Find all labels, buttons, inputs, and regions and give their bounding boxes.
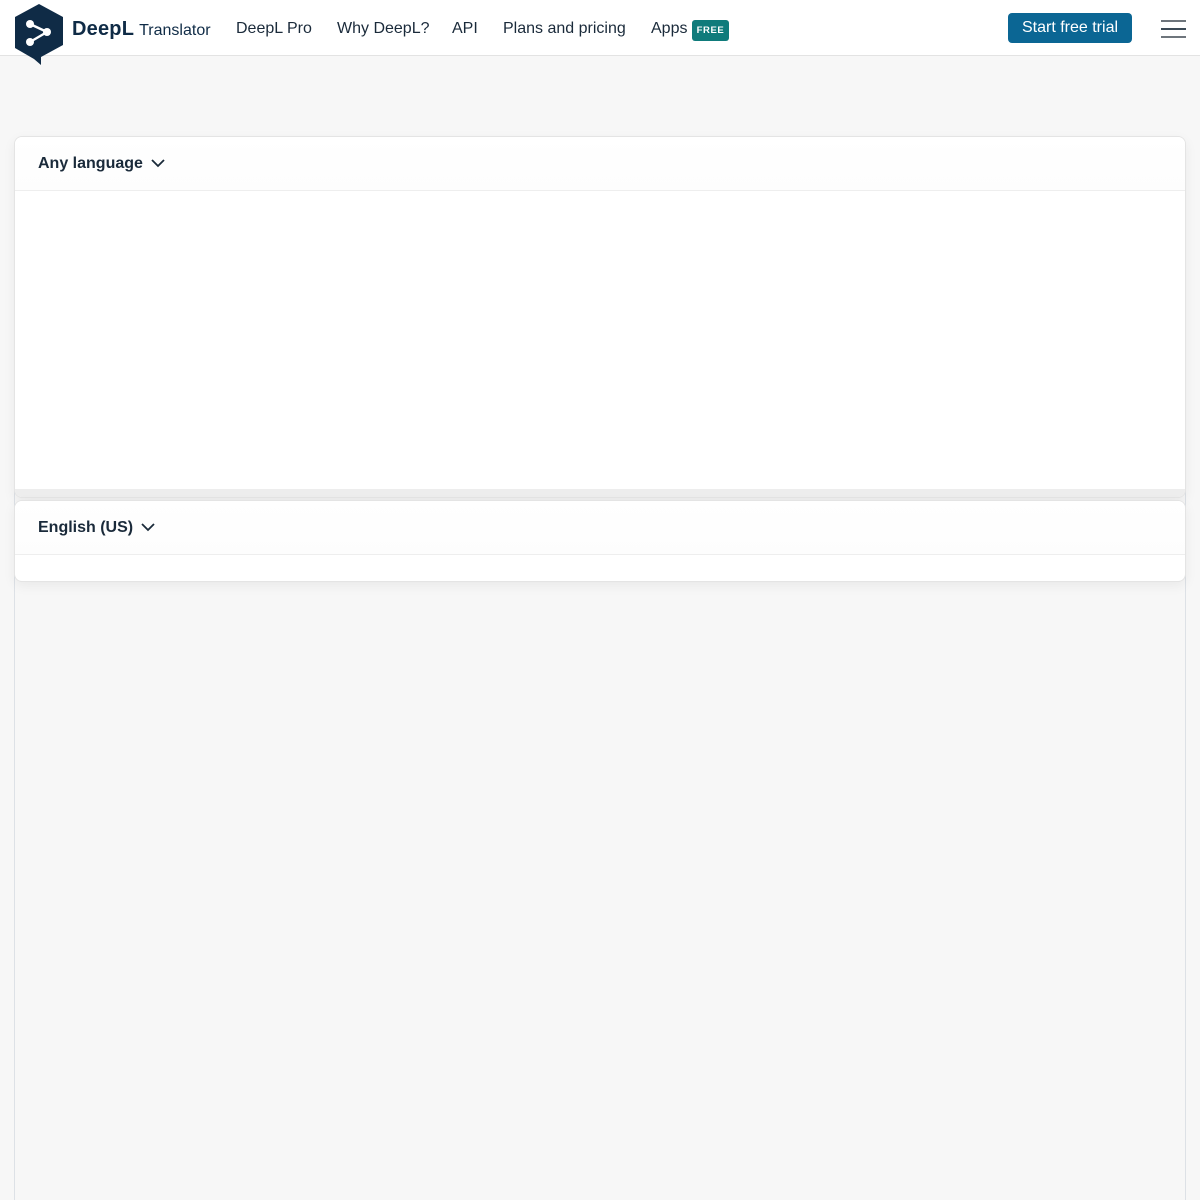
source-language-label: Any language [38,154,143,172]
chevron-down-icon [151,159,165,168]
brand-name: DeepL [72,18,135,40]
target-panel-header: English (US) [15,501,1185,555]
apps-free-badge: FREE [692,20,729,41]
start-free-trial-button[interactable]: Start free trial [1008,13,1132,43]
nav-apps[interactable]: Apps [651,20,687,38]
source-language-select[interactable]: Any language [38,155,165,173]
brand[interactable]: DeepL Translator [72,18,211,41]
page-container [14,490,1186,1200]
menu-line [1161,28,1186,30]
target-language-label: English (US) [38,518,134,536]
source-panel: Any language [14,136,1186,498]
target-text-output [15,555,1185,581]
hamburger-menu-icon[interactable] [1161,20,1186,38]
target-panel: English (US) [14,500,1186,582]
brand-subtitle: Translator [139,22,211,39]
source-panel-footer [15,489,1185,497]
source-panel-header: Any language [15,137,1185,191]
nav-api[interactable]: API [452,20,478,38]
menu-line [1161,20,1186,22]
site-header: DeepL Translator DeepL Pro Why DeepL? AP… [0,0,1200,56]
target-language-select[interactable]: English (US) [38,519,155,537]
nav-deepl-pro[interactable]: DeepL Pro [236,20,312,38]
deepl-logo-icon[interactable] [14,4,64,66]
nav-plans-pricing[interactable]: Plans and pricing [503,20,626,38]
menu-line [1161,36,1186,38]
chevron-down-icon [141,523,155,532]
source-text-input[interactable] [15,191,1185,489]
nav-why-deepl[interactable]: Why DeepL? [337,20,430,38]
